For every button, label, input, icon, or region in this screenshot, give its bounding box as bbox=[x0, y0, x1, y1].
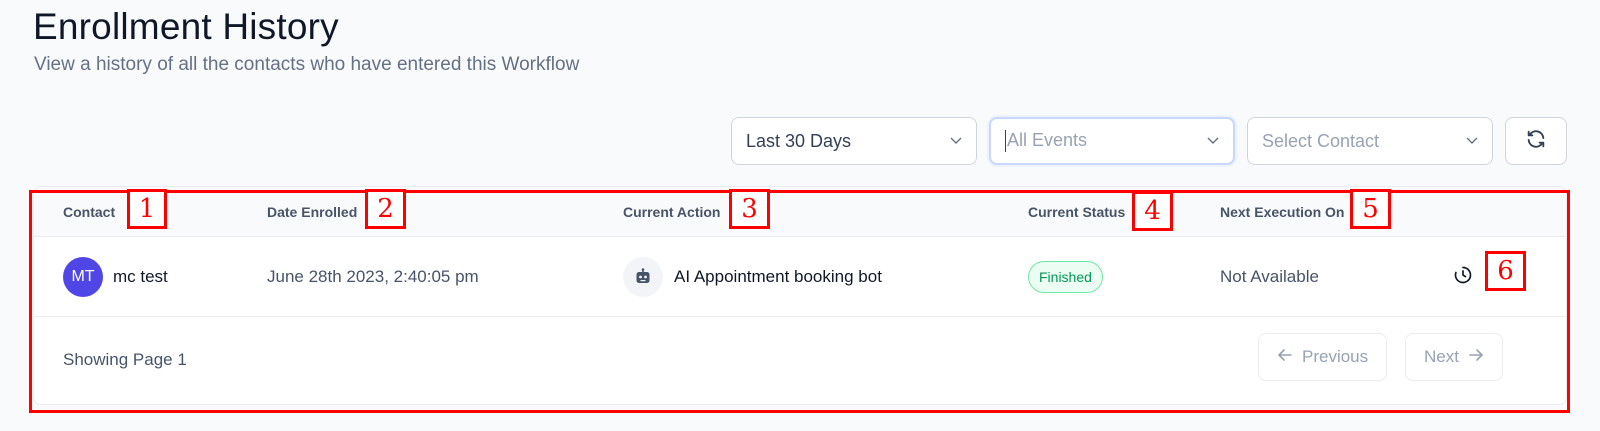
avatar: MT bbox=[63, 257, 103, 297]
column-header-date-enrolled: Date Enrolled bbox=[267, 204, 358, 220]
contact-placeholder: Select Contact bbox=[1262, 130, 1380, 151]
events-select[interactable]: All Events bbox=[989, 117, 1235, 165]
contact-select[interactable]: Select Contact bbox=[1247, 117, 1493, 165]
page-subtitle: View a history of all the contacts who h… bbox=[34, 54, 580, 75]
next-execution-cell: Not Available bbox=[1220, 237, 1319, 317]
annotation-label-5: 5 bbox=[1350, 189, 1391, 229]
events-placeholder: All Events bbox=[1007, 129, 1088, 150]
column-header-contact: Contact bbox=[63, 204, 116, 220]
annotation-label-3: 3 bbox=[729, 189, 770, 229]
next-execution: Not Available bbox=[1220, 267, 1319, 286]
date-range-value: Last 30 Days bbox=[746, 130, 852, 151]
status-cell: Finished bbox=[1028, 237, 1103, 317]
enrollment-table: Contact Date Enrolled Current Action Cur… bbox=[33, 186, 1567, 405]
annotation-label-4: 4 bbox=[1132, 191, 1173, 231]
chevron-down-icon bbox=[1207, 135, 1219, 147]
annotation-label-6: 6 bbox=[1485, 251, 1526, 291]
page-title: Enrollment History bbox=[33, 6, 339, 47]
chevron-down-icon bbox=[950, 135, 962, 147]
chevron-down-icon bbox=[1466, 135, 1478, 147]
page-info: Showing Page 1 bbox=[63, 350, 187, 369]
table-header: Contact Date Enrolled Current Action Cur… bbox=[34, 187, 1566, 237]
contact-name[interactable]: mc test bbox=[113, 267, 168, 287]
history-action[interactable] bbox=[1453, 237, 1473, 317]
annotation-label-2: 2 bbox=[365, 189, 406, 229]
previous-button[interactable]: Previous bbox=[1258, 333, 1388, 381]
current-action-cell: AI Appointment booking bot bbox=[623, 237, 882, 317]
refresh-icon bbox=[1525, 128, 1547, 155]
date-range-select[interactable]: Last 30 Days bbox=[731, 117, 977, 165]
history-icon[interactable] bbox=[1453, 265, 1473, 290]
filter-bar: Last 30 Days All Events Select Contact bbox=[731, 117, 1567, 165]
contact-cell[interactable]: MT mc test bbox=[63, 237, 168, 317]
column-header-next-execution: Next Execution On bbox=[1220, 204, 1345, 220]
table-footer: Showing Page 1 Previous Next bbox=[34, 317, 1566, 404]
arrow-right-icon bbox=[1468, 347, 1484, 368]
column-header-current-action: Current Action bbox=[623, 204, 721, 220]
column-header-current-status: Current Status bbox=[1028, 204, 1126, 220]
next-button[interactable]: Next bbox=[1405, 333, 1503, 381]
date-enrolled: June 28th 2023, 2:40:05 pm bbox=[267, 267, 479, 286]
table-row[interactable]: MT mc test June 28th 2023, 2:40:05 pm AI… bbox=[34, 237, 1566, 317]
next-label: Next bbox=[1424, 347, 1459, 366]
date-enrolled-cell: June 28th 2023, 2:40:05 pm bbox=[267, 237, 479, 317]
refresh-button[interactable] bbox=[1505, 117, 1567, 165]
text-cursor bbox=[1005, 130, 1006, 153]
status-badge: Finished bbox=[1028, 261, 1103, 293]
arrow-left-icon bbox=[1277, 347, 1293, 368]
robot-icon bbox=[623, 257, 663, 297]
previous-label: Previous bbox=[1302, 347, 1369, 366]
annotation-label-1: 1 bbox=[127, 189, 167, 229]
current-action: AI Appointment booking bot bbox=[674, 267, 882, 286]
